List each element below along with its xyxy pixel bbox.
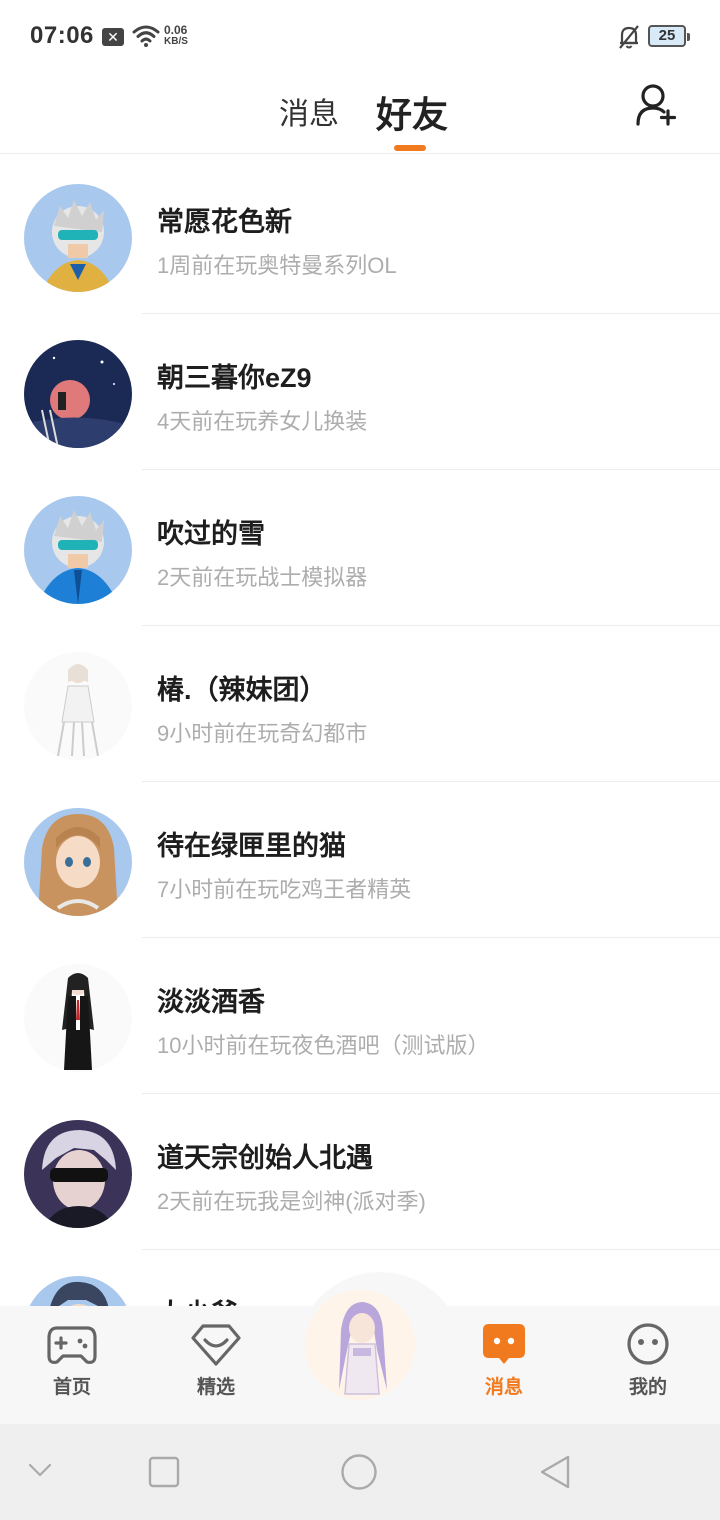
nav-featured-label: 精选: [196, 1377, 235, 1398]
avatar: [24, 184, 132, 292]
nav-home-label: 首页: [52, 1377, 91, 1398]
x-notification-icon: ✕: [102, 28, 124, 46]
gamepad-icon: [47, 1326, 97, 1364]
network-speed-value: 0.06: [164, 23, 188, 37]
network-speed: 0.06 KB/S: [164, 24, 188, 48]
friend-name: 朝三暮你eZ9: [157, 363, 312, 393]
friend-list-item[interactable]: 吹过的雪 2天前在玩战士模拟器: [0, 470, 720, 626]
friend-name: 椿.（辣妹团）: [157, 675, 327, 705]
chevron-down-icon[interactable]: [28, 1462, 52, 1478]
battery-indicator: 25: [648, 25, 690, 47]
top-header: 消息 好友: [0, 72, 720, 154]
active-tab-indicator: [394, 145, 426, 151]
system-navigation-bar: [0, 1424, 720, 1520]
tab-messages[interactable]: 消息: [279, 89, 339, 133]
status-bar: 07:06 ✕ 0.06 KB/S 25: [0, 0, 720, 72]
tab-friends[interactable]: 好友: [376, 86, 448, 138]
face-icon: [627, 1323, 669, 1365]
avatar: [24, 1120, 132, 1228]
nav-messages-label: 消息: [484, 1377, 523, 1398]
friend-activity: 10小时前在玩夜色酒吧（测试版）: [157, 1033, 490, 1058]
heart-diamond-icon: [191, 1324, 241, 1366]
friend-activity: 1周前在玩奥特曼系列OL: [157, 253, 397, 278]
friend-list-item[interactable]: 朝三暮你eZ9 4天前在玩养女儿换装: [0, 314, 720, 470]
friend-list-item[interactable]: 待在绿匣里的猫 7小时前在玩吃鸡王者精英: [0, 782, 720, 938]
recents-square-icon[interactable]: [148, 1456, 180, 1488]
friend-list-item[interactable]: 道天宗创始人北遇 2天前在玩我是剑神(派对季): [0, 1094, 720, 1250]
friend-list-item[interactable]: 淡淡酒香 10小时前在玩夜色酒吧（测试版）: [0, 938, 720, 1094]
avatar: [24, 652, 132, 760]
friend-activity: 4天前在玩养女儿换装: [157, 409, 368, 434]
avatar: [24, 1276, 132, 1308]
nav-home[interactable]: 首页: [24, 1322, 120, 1399]
network-speed-unit: KB/S: [164, 36, 188, 47]
friend-name: 吹过的雪: [157, 519, 265, 549]
avatar: [24, 496, 132, 604]
friend-name: 常愿花色新: [157, 207, 292, 237]
friend-name: 待在绿匣里的猫: [157, 831, 346, 861]
friend-list-item[interactable]: 椿.（辣妹团） 9小时前在玩奇幻都市: [0, 626, 720, 782]
nav-featured[interactable]: 精选: [168, 1322, 264, 1399]
nav-mine-label: 我的: [628, 1377, 667, 1398]
status-time: 07:06: [30, 22, 94, 49]
back-triangle-icon[interactable]: [538, 1454, 572, 1490]
friend-activity: 2天前在玩我是剑神(派对季): [157, 1189, 426, 1214]
center-avatar-image: [305, 1290, 415, 1400]
nav-messages[interactable]: 消息: [456, 1322, 552, 1399]
message-bubble-icon: [483, 1324, 525, 1364]
home-circle-icon[interactable]: [340, 1453, 378, 1491]
friend-list: 常愿花色新 1周前在玩奥特曼系列OL 朝三暮你eZ9 4天前在玩养女儿换装 吹过…: [0, 158, 720, 1308]
friend-activity: 7小时前在玩吃鸡王者精英: [157, 877, 412, 902]
friend-activity: 9小时前在玩奇幻都市: [157, 721, 368, 746]
friend-activity: 2天前在玩战士模拟器: [157, 565, 368, 590]
friend-name: 道天宗创始人北遇: [157, 1143, 373, 1173]
nav-center-avatar-button[interactable]: [305, 1290, 415, 1400]
bell-muted-icon: [619, 25, 639, 49]
nav-mine[interactable]: 我的: [600, 1322, 696, 1399]
friend-list-item[interactable]: 常愿花色新 1周前在玩奥特曼系列OL: [0, 158, 720, 314]
avatar: [24, 808, 132, 916]
wifi-icon: [132, 25, 160, 47]
friend-name: 淡淡酒香: [157, 987, 265, 1017]
add-friend-icon[interactable]: [634, 82, 678, 126]
avatar: [24, 964, 132, 1072]
avatar: [24, 340, 132, 448]
